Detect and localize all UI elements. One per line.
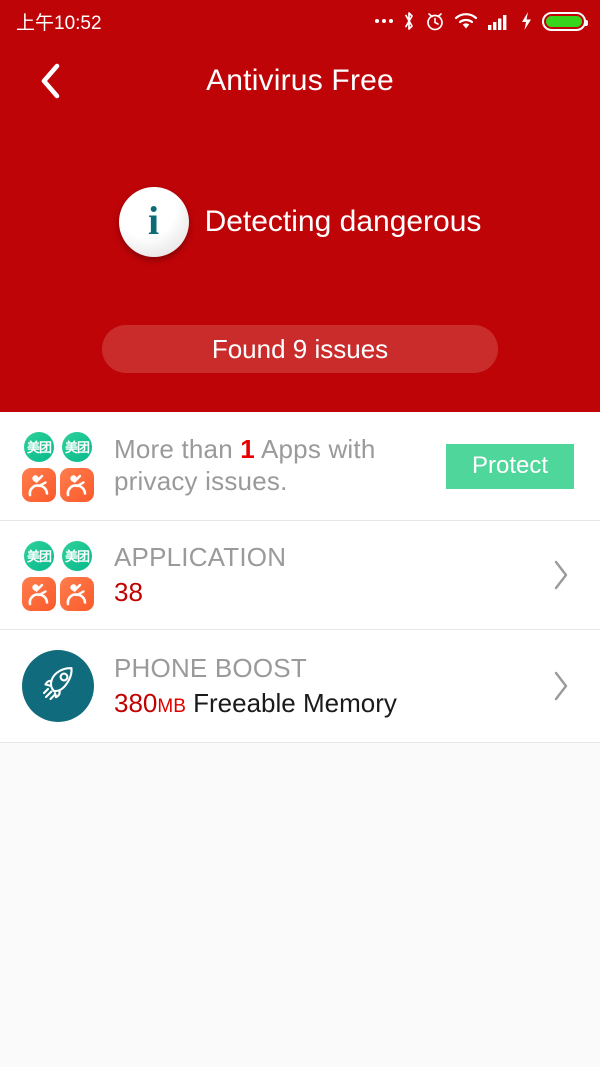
phone-boost-value: 380MB Freeable Memory	[114, 688, 552, 720]
privacy-issues-line2: privacy issues.	[114, 466, 288, 496]
title-bar: Antivirus Free	[0, 42, 600, 120]
battery-icon	[542, 11, 588, 31]
signal-icon	[488, 15, 507, 30]
app-icon-grid: 美团 美团	[22, 539, 94, 611]
application-text: APPLICATION 38	[114, 542, 552, 608]
wifi-icon	[454, 13, 478, 29]
list-item-application[interactable]: 美团 美团 APPLICATION 38	[0, 521, 600, 630]
alarm-icon	[427, 13, 443, 31]
protect-button[interactable]: Protect	[446, 443, 574, 489]
privacy-count: 1	[240, 434, 255, 465]
privacy-prefix: More than	[114, 434, 241, 465]
application-count: 38	[114, 576, 143, 607]
list-item-phone-boost[interactable]: PHONE BOOST 380MB Freeable Memory	[0, 630, 600, 743]
chevron-right-icon	[554, 560, 568, 590]
phone-boost-chevron[interactable]	[552, 669, 570, 703]
found-issues-button[interactable]: Found 9 issues	[102, 325, 498, 373]
phone-boost-caption: Freeable Memory	[193, 687, 397, 718]
application-title: APPLICATION	[114, 541, 287, 572]
meituan-app-icon: 美团	[22, 539, 56, 573]
meituan-app-icon: 美团	[60, 430, 94, 464]
meituan-app-icon: 美团	[60, 539, 94, 573]
list-item-privacy-issues[interactable]: 美团 美团 More than 1 Apps with privacy issu…	[0, 412, 600, 521]
application-chevron[interactable]	[552, 558, 570, 592]
red-header: 上午10:52 Antivirus Free i Detecting dange…	[0, 0, 600, 412]
info-icon: i	[118, 187, 189, 257]
phone-boost-text: PHONE BOOST 380MB Freeable Memory	[114, 653, 552, 719]
scan-results-list: 美团 美团 More than 1 Apps with privacy issu…	[0, 412, 600, 743]
person-app-icon	[60, 577, 94, 611]
status-bar: 上午10:52	[0, 0, 600, 42]
status-bar-time: 上午10:52	[16, 12, 102, 34]
privacy-issues-line1: More than 1 Apps with	[114, 434, 446, 466]
antivirus-app-screen: 上午10:52 Antivirus Free i Detecting dange…	[0, 0, 600, 1067]
page-title: Antivirus Free	[206, 64, 394, 97]
meituan-app-icon: 美团	[22, 430, 56, 464]
detect-status-label: Detecting dangerous	[204, 205, 482, 238]
status-bar-icons	[375, 10, 588, 32]
bluetooth-icon	[405, 12, 413, 30]
person-app-icon	[60, 468, 94, 502]
rocket-icon	[22, 650, 94, 722]
privacy-suffix: Apps with	[254, 434, 376, 465]
charging-bolt-icon	[522, 12, 531, 30]
app-icon-grid: 美团 美团	[22, 430, 94, 502]
person-app-icon	[22, 577, 56, 611]
more-dots-icon	[375, 19, 393, 23]
phone-boost-title: PHONE BOOST	[114, 652, 307, 683]
phone-boost-amount: 380	[114, 687, 158, 718]
info-glyph: i	[148, 198, 160, 243]
phone-boost-unit: MB	[157, 695, 186, 717]
detect-status: i Detecting dangerous	[0, 186, 600, 258]
person-app-icon	[22, 468, 56, 502]
privacy-issues-text: More than 1 Apps with privacy issues.	[114, 434, 446, 497]
chevron-right-icon	[554, 671, 568, 701]
